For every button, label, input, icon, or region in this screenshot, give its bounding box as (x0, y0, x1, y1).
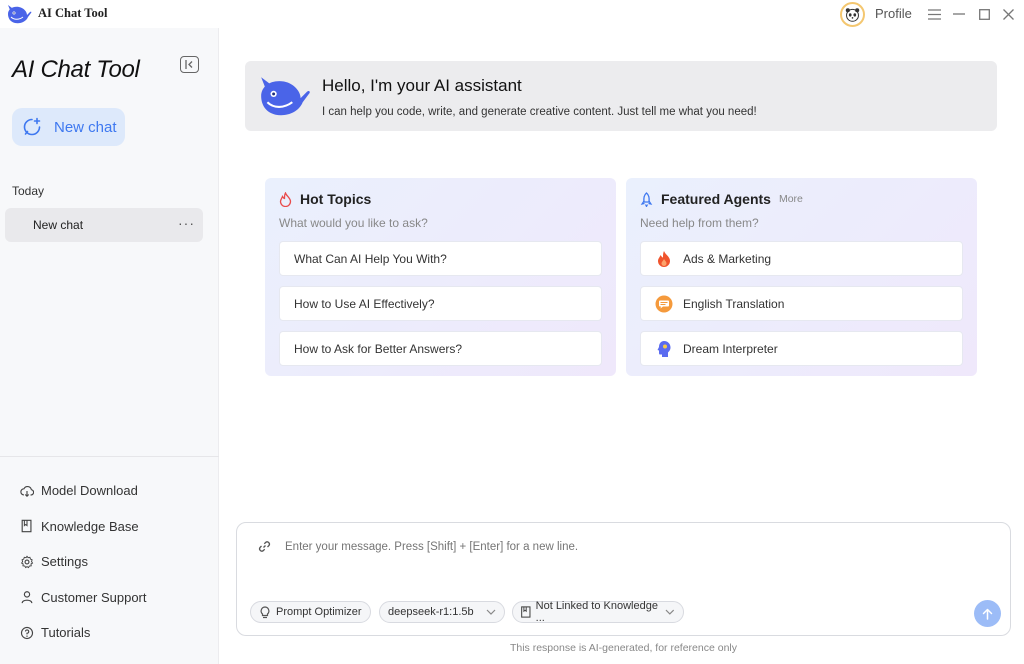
hot-topic-item[interactable]: How to Use AI Effectively? (279, 286, 602, 321)
model-select[interactable]: deepseek-r1:1.5b (379, 601, 505, 623)
more-options-icon[interactable]: ··· (178, 215, 195, 231)
minimize-icon[interactable] (950, 5, 968, 23)
hot-topics-title: Hot Topics (300, 191, 372, 207)
close-icon[interactable] (999, 5, 1017, 23)
chat-bubble-icon (655, 295, 673, 313)
section-today: Today (12, 184, 45, 198)
nav-label: Model Download (41, 483, 138, 499)
chat-history-label: New chat (33, 218, 84, 232)
new-chat-button[interactable]: New chat (12, 108, 125, 146)
nav-label: Knowledge Base (41, 518, 139, 534)
hot-topics-subtitle: What would you like to ask? (279, 216, 428, 230)
send-button[interactable] (974, 600, 1001, 627)
agent-label: Ads & Marketing (683, 251, 772, 266)
sidebar: AI Chat Tool New chat Today New chat ···… (0, 28, 219, 664)
chat-history-item[interactable]: New chat ··· (5, 208, 203, 242)
new-chat-icon (23, 117, 41, 136)
featured-agents-header: Featured Agents More (640, 191, 803, 207)
user-icon (21, 591, 33, 604)
nav-label: Customer Support (41, 589, 147, 605)
help-circle-icon (20, 626, 34, 639)
head-icon (655, 340, 673, 358)
prompt-optimizer-label: Prompt Optimizer (276, 606, 362, 618)
nav-knowledge-base[interactable]: Knowledge Base (20, 509, 210, 545)
agent-label: English Translation (683, 296, 785, 311)
book-icon (521, 606, 531, 618)
whale-logo-icon (8, 5, 32, 24)
model-select-value: deepseek-r1:1.5b (388, 606, 474, 618)
hot-topic-label: How to Use AI Effectively? (294, 296, 435, 311)
message-input[interactable] (285, 541, 885, 553)
hot-topic-label: What Can AI Help You With? (294, 251, 447, 266)
hot-topic-item[interactable]: What Can AI Help You With? (279, 241, 602, 276)
flame-outline-icon (279, 191, 292, 207)
profile-label[interactable]: Profile (875, 6, 912, 21)
nav-customer-support[interactable]: Customer Support (20, 580, 210, 616)
new-chat-label: New chat (54, 118, 117, 136)
whale-logo-icon (261, 77, 310, 116)
app-title: AI Chat Tool (38, 6, 108, 20)
hot-topic-item[interactable]: How to Ask for Better Answers? (279, 331, 602, 366)
knowledge-select-value: Not Linked to Knowledge ... (535, 600, 658, 624)
agent-ads-marketing[interactable]: Ads & Marketing (640, 241, 963, 276)
nav-model-download[interactable]: Model Download (20, 473, 210, 509)
ai-disclaimer: This response is AI-generated, for refer… (509, 642, 738, 654)
more-link[interactable]: More (779, 193, 803, 205)
featured-agents-card: Featured Agents More Need help from them… (626, 178, 977, 376)
menu-icon[interactable] (925, 5, 943, 23)
sidebar-nav: Model Download Knowledge Base Settings C… (20, 473, 210, 651)
sidebar-divider (0, 456, 219, 457)
agent-english-translation[interactable]: English Translation (640, 286, 963, 321)
featured-agents-title: Featured Agents (661, 191, 771, 207)
prompt-optimizer-button[interactable]: Prompt Optimizer (250, 601, 371, 623)
welcome-title: Hello, I'm your AI assistant (322, 76, 522, 95)
hot-topics-card: Hot Topics What would you like to ask? W… (265, 178, 616, 376)
gear-icon (20, 555, 34, 569)
hot-topics-header: Hot Topics (279, 191, 371, 207)
nav-settings[interactable]: Settings (20, 544, 210, 580)
link-icon[interactable] (258, 540, 271, 553)
chevron-down-icon (486, 609, 496, 615)
agent-label: Dream Interpreter (683, 341, 778, 356)
nav-label: Settings (41, 554, 88, 570)
collapse-sidebar-icon[interactable] (180, 56, 199, 73)
hot-topic-label: How to Ask for Better Answers? (294, 341, 463, 356)
cloud-download-icon (20, 485, 34, 497)
arrow-up-icon (982, 608, 993, 620)
welcome-banner: Hello, I'm your AI assistant I can help … (245, 61, 997, 131)
welcome-subtitle: I can help you code, write, and generate… (322, 106, 757, 118)
title-bar: AI Chat Tool Profile (0, 0, 1024, 28)
panda-avatar-icon (845, 8, 860, 22)
book-icon (21, 519, 32, 533)
knowledge-select[interactable]: Not Linked to Knowledge ... (512, 600, 684, 624)
lightbulb-icon (260, 605, 270, 618)
agent-dream-interpreter[interactable]: Dream Interpreter (640, 331, 963, 366)
chevron-down-icon (665, 609, 675, 615)
rocket-icon (640, 191, 653, 207)
sidebar-brand: AI Chat Tool (12, 56, 140, 83)
avatar[interactable] (840, 2, 865, 27)
featured-agents-subtitle: Need help from them? (640, 216, 759, 230)
maximize-icon[interactable] (975, 5, 993, 23)
flame-icon (655, 250, 673, 268)
message-composer: Prompt Optimizer deepseek-r1:1.5b Not Li… (236, 522, 1011, 636)
nav-label: Tutorials (41, 625, 91, 641)
